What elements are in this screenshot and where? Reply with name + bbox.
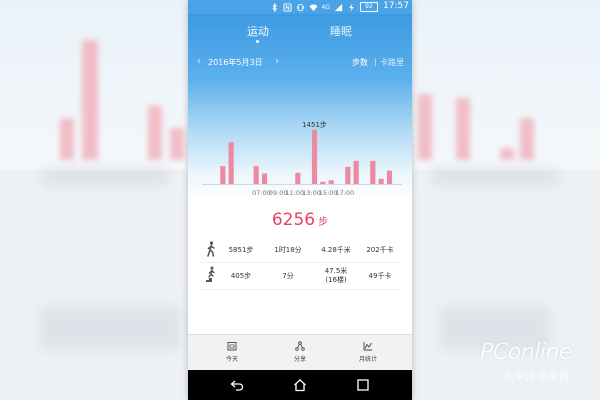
watermark-text: PConline xyxy=(480,340,572,365)
bluetooth-icon xyxy=(271,2,277,12)
stairs-distance: 47.5米 (16楼) xyxy=(314,263,358,289)
chart-bar[interactable] xyxy=(353,160,359,184)
chart-bar[interactable] xyxy=(345,166,351,184)
chart-bar[interactable] xyxy=(328,180,334,184)
blurred-bar xyxy=(148,106,162,160)
stairs-floors: (16楼) xyxy=(325,276,347,284)
blurred-bar xyxy=(418,94,432,160)
chart-bar[interactable] xyxy=(220,166,226,184)
signal-icon xyxy=(334,3,343,11)
chart-bar[interactable] xyxy=(311,129,318,184)
wifi-icon xyxy=(308,3,318,11)
walking-stats-row: 5851步 1时18分 4.28千米 202千卡 xyxy=(200,238,400,263)
nav-today-button[interactable]: 今天 xyxy=(202,335,262,371)
tab-sleep[interactable]: 睡眠 xyxy=(316,23,366,39)
walking-icon xyxy=(207,241,215,257)
status-bar: 4G 92 17:57 xyxy=(188,0,412,14)
blurred-bar xyxy=(456,98,470,160)
nav-today-label: 今天 xyxy=(225,356,238,363)
active-tab-indicator xyxy=(256,40,259,43)
chart-bar[interactable] xyxy=(386,170,393,184)
unit-separator: | xyxy=(374,57,377,66)
nav-monthly-stats-label: 月统计 xyxy=(358,356,377,363)
activity-stats: 5851步 1时18分 4.28千米 202千卡 405步 7分 47.5米 (… xyxy=(200,238,400,290)
walking-steps: 5851步 xyxy=(228,245,254,254)
phone-screen: 4G 92 17:57 运动 睡眠 ‹ 2016年5月3日 › 步数 | 卡路里… xyxy=(188,0,412,400)
steps-bar-chart: 1451步07:0009:0011:0013:0015:0017:00 xyxy=(202,121,402,197)
chart-icon xyxy=(363,342,372,351)
blurred-row xyxy=(40,168,170,186)
chart-bar[interactable] xyxy=(261,173,268,184)
total-steps-unit: 步 xyxy=(318,217,329,228)
watermark-subtext: 太平洋电脑网 xyxy=(504,372,570,383)
network-type: 4G xyxy=(321,3,330,11)
nfc-icon xyxy=(282,2,292,12)
chart-bar[interactable] xyxy=(253,166,259,184)
current-date: 2016年5月3日 xyxy=(208,58,263,67)
bottom-navigation: 今天 分享 月统计 xyxy=(188,334,412,371)
chart-bar[interactable] xyxy=(378,178,384,184)
nav-share-label: 分享 xyxy=(293,356,306,363)
stairs-stats-row: 405步 7分 47.5米 (16楼) 49千卡 xyxy=(200,263,400,290)
chart-peak-label: 1451步 xyxy=(302,121,327,129)
next-day-button[interactable]: › xyxy=(275,56,279,67)
stairs-distance-value: 47.5米 xyxy=(324,267,348,275)
chart-bar[interactable] xyxy=(295,172,301,184)
blurred-bar xyxy=(82,40,98,160)
battery-level: 92 xyxy=(365,3,373,10)
date-navigator: ‹ 2016年5月3日 › 步数 | 卡路里 xyxy=(188,56,412,72)
stairs-calories: 49千卡 xyxy=(368,271,392,280)
stairs-climbing-icon xyxy=(206,266,215,282)
share-icon xyxy=(295,341,305,351)
charging-icon xyxy=(349,2,354,12)
blurred-row xyxy=(430,168,560,186)
chart-bar[interactable] xyxy=(228,142,234,184)
chart-bar[interactable] xyxy=(370,160,376,184)
total-steps-value: 6256 xyxy=(271,210,316,230)
chart-bar[interactable] xyxy=(320,181,326,184)
back-icon[interactable] xyxy=(230,378,244,392)
status-time: 17:57 xyxy=(383,1,409,11)
recent-apps-icon[interactable] xyxy=(356,378,370,392)
tab-exercise[interactable]: 运动 xyxy=(233,23,283,39)
stairs-steps: 405步 xyxy=(230,271,252,280)
pconline-watermark: PConline 太平洋电脑网 xyxy=(440,340,590,386)
home-icon[interactable] xyxy=(293,378,307,392)
status-icons: 4G 92 xyxy=(270,2,378,12)
steps-chart: 1451步 07:00 09:00 11:00 13:00 15:00 17:00 xyxy=(202,96,402,200)
blurred-bar xyxy=(520,118,534,160)
unit-calories-toggle[interactable]: 卡路里 xyxy=(380,57,404,68)
walking-calories: 202千卡 xyxy=(366,245,394,254)
blurred-bar xyxy=(170,128,184,160)
total-steps: 6256 步 xyxy=(188,210,412,230)
walking-distance: 4.28千米 xyxy=(314,238,358,262)
battery-icon: 92 xyxy=(360,2,378,12)
chart-x-tick: 17:00 xyxy=(335,189,354,197)
previous-day-button[interactable]: ‹ xyxy=(197,56,201,67)
walking-distance-value: 4.28千米 xyxy=(321,245,351,254)
nav-monthly-stats-button[interactable]: 月统计 xyxy=(338,335,398,371)
nav-share-button[interactable]: 分享 xyxy=(270,335,330,371)
system-navigation-bar xyxy=(188,370,412,400)
vibrate-icon xyxy=(296,3,304,11)
calendar-icon xyxy=(227,342,237,351)
blurred-bar xyxy=(60,118,74,160)
blurred-bar xyxy=(500,148,514,160)
unit-steps-toggle[interactable]: 步数 xyxy=(352,57,368,68)
walking-time: 1时18分 xyxy=(274,245,302,254)
stairs-time: 7分 xyxy=(282,271,294,280)
blurred-row xyxy=(40,306,180,350)
